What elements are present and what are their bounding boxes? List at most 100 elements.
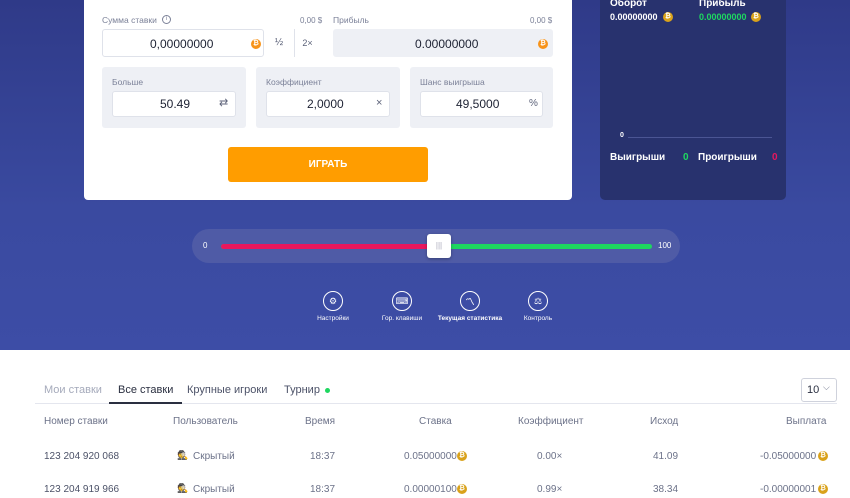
bet-amount-value: 0,00000000 <box>150 37 214 51</box>
bets-tabs: Мои ставки Все ставки Крупные игроки Тур… <box>35 377 837 404</box>
page-size-select[interactable]: 10 ⌵ <box>801 378 837 402</box>
over-input[interactable]: 50.49 ⇄ <box>112 91 236 117</box>
col-multiplier: Коэффициент <box>518 416 584 427</box>
chart-baseline <box>628 137 772 138</box>
incognito-icon: 🕵 <box>177 483 189 493</box>
play-label: ИГРАТЬ <box>308 159 348 170</box>
bet-id-cell[interactable]: 123 204 919 966 <box>44 484 119 495</box>
multiplier-cell: 0.00× <box>537 451 563 462</box>
stats-panel: Оборот 0.00000000 ₿ Прибыль 0.00000000 ₿… <box>600 0 786 200</box>
live-dot-icon <box>325 387 330 393</box>
bitcoin-icon: ₿ <box>538 39 548 49</box>
chevron-down-icon: ⌵ <box>823 382 830 392</box>
bet-id-cell[interactable]: 123 204 920 068 <box>44 451 119 462</box>
multiplier-value: 2,0000 <box>307 97 344 111</box>
slider-min-label: 0 <box>203 241 208 250</box>
user-cell: Скрытый <box>193 484 235 495</box>
wins-value: 0 <box>683 152 689 163</box>
settings-tool[interactable]: ⚙ Настройки <box>293 291 373 322</box>
payout-cell: -0.05000000 <box>760 451 817 462</box>
tool-label: Текущая статистика <box>437 315 503 322</box>
col-bet: Ставка <box>419 416 452 427</box>
multiplier-box: Коэффициент 2,0000 × <box>256 67 400 128</box>
col-result: Исход <box>650 416 679 427</box>
multiplier-label: Коэффициент <box>266 77 322 87</box>
chance-suffix: % <box>529 98 538 109</box>
bitcoin-icon: ₿ <box>818 451 828 461</box>
time-cell: 18:37 <box>310 451 336 462</box>
chance-label: Шанс выигрыша <box>420 77 485 87</box>
over-value: 50.49 <box>160 97 191 111</box>
slider-handle[interactable]: ||| <box>427 234 451 258</box>
bet-amount-input[interactable]: 0,00000000 ₿ <box>102 29 264 57</box>
profit-usd: 0,00 $ <box>530 16 553 25</box>
tab-tournament[interactable]: Турнир <box>275 377 339 404</box>
slider-max-label: 100 <box>658 241 672 250</box>
col-time: Время <box>305 416 336 427</box>
gear-icon: ⚙ <box>323 291 343 311</box>
tab-label: Крупные игроки <box>187 384 268 396</box>
stats-profit-value: 0.00000000 <box>699 12 747 22</box>
multiplier-suffix: × <box>376 97 383 109</box>
tab-high-rollers[interactable]: Крупные игроки <box>178 377 276 404</box>
bitcoin-icon: ₿ <box>663 12 673 22</box>
slider-lose-range <box>221 244 439 249</box>
turnover-label: Оборот <box>610 0 647 9</box>
over-box: Больше 50.49 ⇄ <box>102 67 246 128</box>
slider-track[interactable]: ||| <box>221 234 652 258</box>
result-cell: 38.34 <box>653 484 679 495</box>
tab-label: Турнир <box>284 384 320 396</box>
profit-value: 0.00000000 <box>415 37 479 51</box>
dice-game-panel: Сумма ставки i 0,00 $ 0,00000000 ₿ ½ 2× … <box>0 0 850 350</box>
tab-my-bets[interactable]: Мои ставки <box>35 377 111 404</box>
wins-label: Выигрыши <box>610 152 666 163</box>
control-tool[interactable]: ⚖ Контроль <box>498 291 578 322</box>
tab-label: Все ставки <box>118 384 174 396</box>
multiplier-cell: 0.99× <box>537 484 563 495</box>
swap-icon[interactable]: ⇄ <box>219 96 228 109</box>
double-label: 2× <box>302 38 313 48</box>
bitcoin-icon: ₿ <box>251 39 261 49</box>
col-payout: Выплата <box>786 416 827 427</box>
payout-cell: -0.00000001 <box>760 484 817 495</box>
profit-label: Прибыль <box>333 15 369 25</box>
profit-field: 0.00000000 ₿ <box>333 29 553 57</box>
over-label: Больше <box>112 77 144 87</box>
stats-profit-label: Прибыль <box>699 0 746 9</box>
tool-label: Настройки <box>317 315 349 322</box>
page-size-value: 10 <box>807 384 820 396</box>
time-cell: 18:37 <box>310 484 336 495</box>
user-cell: Скрытый <box>193 451 235 462</box>
incognito-icon: 🕵 <box>177 450 189 460</box>
chance-input[interactable]: 49,5000 % <box>420 91 543 117</box>
bet-cell: 0.00000100 <box>404 484 457 495</box>
chart-icon: 〽 <box>460 291 480 311</box>
bet-amount-usd: 0,00 $ <box>300 16 323 25</box>
play-button[interactable]: ИГРАТЬ <box>228 147 428 182</box>
roll-slider[interactable]: 0 ||| 100 <box>192 229 680 263</box>
turnover-value: 0.00000000 <box>610 12 658 22</box>
tab-label: Мои ставки <box>44 384 102 396</box>
chart-zero-label: 0 <box>620 132 624 139</box>
bitcoin-icon: ₿ <box>457 451 467 461</box>
result-cell: 41.09 <box>653 451 679 462</box>
bitcoin-icon: ₿ <box>457 484 467 494</box>
scale-icon: ⚖ <box>528 291 548 311</box>
multiplier-input[interactable]: 2,0000 × <box>266 91 390 117</box>
bitcoin-icon: ₿ <box>751 12 761 22</box>
half-button[interactable]: ½ <box>266 29 292 57</box>
tool-label: Контроль <box>523 315 553 322</box>
losses-value: 0 <box>772 152 778 163</box>
losses-label: Проигрыши <box>698 152 757 163</box>
keyboard-icon: ⌨ <box>392 291 412 311</box>
double-button[interactable]: 2× <box>294 29 320 57</box>
col-user: Пользователь <box>173 416 238 427</box>
bitcoin-icon: ₿ <box>818 484 828 494</box>
info-icon[interactable]: i <box>162 15 171 24</box>
bet-cell: 0.05000000 <box>404 451 457 462</box>
chance-value: 49,5000 <box>456 97 500 111</box>
tool-label: Гор. клавиши <box>381 315 423 322</box>
col-bet-id: Номер ставки <box>44 416 108 427</box>
chance-box: Шанс выигрыша 49,5000 % <box>410 67 553 128</box>
tab-all-bets[interactable]: Все ставки <box>109 377 183 404</box>
